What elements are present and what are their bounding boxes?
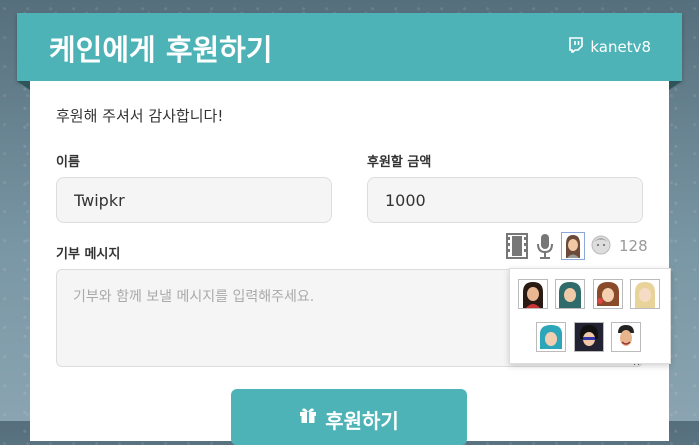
gift-icon <box>299 405 317 429</box>
name-label: 이름 <box>56 155 80 170</box>
avatar-option-icon[interactable] <box>593 279 623 309</box>
avatar-option-icon[interactable] <box>574 322 604 352</box>
female-voice-avatar-icon[interactable] <box>561 232 585 260</box>
thanks-text: 후원해 주셔서 감사합니다! <box>56 107 224 125</box>
media-count: 128 <box>619 237 648 255</box>
donate-submit-button[interactable]: 후원하기 <box>231 389 467 445</box>
avatar-option-icon[interactable] <box>611 322 641 352</box>
donation-card: 후원해 주셔서 감사합니다! 이름 후원할 금액 기부 메시지 <box>30 81 671 445</box>
page-title: 케인에게 후원하기 <box>49 33 273 67</box>
avatar-picker-popup <box>509 268 671 364</box>
channel-name: kanetv8 <box>590 38 651 56</box>
header-bar: 케인에게 후원하기 kanetv8 <box>17 13 682 81</box>
media-options: 128 <box>505 232 648 260</box>
microphone-icon[interactable] <box>533 232 557 260</box>
twitch-icon <box>568 37 584 57</box>
avatar-option-icon[interactable] <box>630 279 660 309</box>
film-icon[interactable] <box>505 232 529 260</box>
name-input[interactable] <box>56 177 332 223</box>
amount-label: 후원할 금액 <box>367 155 432 170</box>
donate-submit-label: 후원하기 <box>325 409 399 433</box>
male-voice-avatar-icon[interactable] <box>589 232 613 260</box>
amount-input[interactable] <box>367 177 643 223</box>
ribbon-fold-right <box>669 81 682 90</box>
avatar-option-icon[interactable] <box>536 322 566 352</box>
message-label: 기부 메시지 <box>56 247 121 262</box>
avatar-option-icon[interactable] <box>518 279 548 309</box>
avatar-option-icon[interactable] <box>555 279 585 309</box>
ribbon-fold-left <box>17 81 30 90</box>
channel-link[interactable]: kanetv8 <box>568 37 651 57</box>
